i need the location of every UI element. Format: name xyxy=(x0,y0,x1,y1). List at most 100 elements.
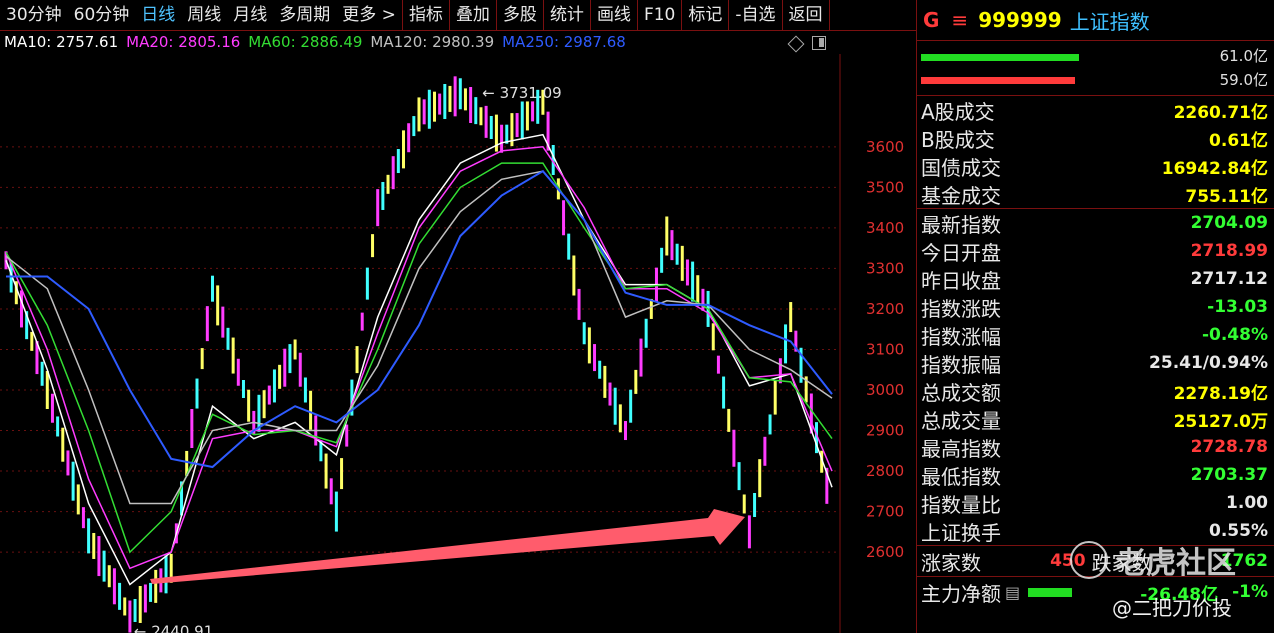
toolbar-item[interactable]: 日线 xyxy=(135,0,181,30)
panel-toggle-icon[interactable] xyxy=(812,36,826,50)
toolbar-item[interactable]: 返回 xyxy=(783,0,829,30)
stat-label: 指数量比 xyxy=(921,492,1001,517)
stat-row: 今日开盘 2718.99 xyxy=(917,237,1274,265)
stat-row: 昨日收盘 2717.12 xyxy=(917,265,1274,293)
y-tick-label: 3200 xyxy=(866,300,904,318)
toolbar-item[interactable]: -自选 xyxy=(729,0,781,30)
inflow-bar xyxy=(921,54,1080,61)
diamond-icon[interactable] xyxy=(787,35,805,53)
watermark-author: @二把刀价投 xyxy=(1112,596,1232,620)
stat-value: 2718.99 xyxy=(1190,241,1268,261)
y-tick-label: 3300 xyxy=(866,259,904,277)
stat-label: B股成交 xyxy=(921,127,995,152)
ma-legend-item: MA20: 2805.16 xyxy=(126,33,241,51)
ma-legend-item: MA10: 2757.61 xyxy=(4,33,119,51)
toolbar-item[interactable]: 周线 xyxy=(181,0,227,30)
toolbar-item[interactable]: 更多 > xyxy=(336,0,402,30)
stat-row: 最新指数 2704.09 xyxy=(917,209,1274,237)
toolbar-item[interactable]: 统计 xyxy=(544,0,590,30)
ma-legend-item: MA60: 2886.49 xyxy=(248,33,363,51)
period-toolbar: 30分钟 60分钟 日线 周线 月线 多周期 更多 > 指标 叠加 多股 统计 画线 F10 标记 -自选返… xyxy=(0,0,916,31)
stat-label: 最高指数 xyxy=(921,436,1001,461)
y-tick-label: 3000 xyxy=(866,381,904,399)
watermark: 老虎社区 xyxy=(1070,538,1236,582)
stat-value: 2278.19亿 xyxy=(1173,383,1268,404)
high-annotation: ← 3731.09 xyxy=(482,84,561,102)
toolbar-item[interactable]: 多周期 xyxy=(273,0,336,30)
y-tick-label: 3100 xyxy=(866,340,904,358)
stat-label: 最低指数 xyxy=(921,464,1001,489)
stats-block: 最新指数 2704.09 今日开盘 2718.99 昨日收盘 2717.12 指数涨跌 -13… xyxy=(917,209,1274,545)
outflow-bar xyxy=(921,77,1075,84)
stat-label: 指数振幅 xyxy=(921,352,1001,377)
stat-row: 指数振幅 25.41/0.94% xyxy=(917,349,1274,377)
stat-label: 指数涨幅 xyxy=(921,324,1001,349)
main-bar xyxy=(1028,587,1073,597)
stat-label: 基金成交 xyxy=(921,183,1001,208)
list-icon[interactable]: ▤ xyxy=(1005,583,1020,602)
main-label: 主力净额 xyxy=(921,581,1001,606)
stat-value: 2717.12 xyxy=(1190,269,1268,289)
stat-value: 2260.71亿 xyxy=(1173,102,1268,123)
stat-value: 1.00 xyxy=(1226,493,1268,513)
stat-value: -0.48% xyxy=(1201,325,1268,345)
stat-value: 16942.84亿 xyxy=(1161,158,1268,179)
toolbar-item[interactable]: 指标 xyxy=(403,0,449,30)
inflow-value: 61.0亿 xyxy=(1219,47,1268,65)
menu-icon[interactable]: ≡ xyxy=(951,8,968,32)
toolbar-item[interactable]: 叠加 xyxy=(450,0,496,30)
y-tick-label: 3600 xyxy=(866,138,904,156)
low-annotation: ← 2440.91 xyxy=(134,623,213,633)
stat-label: 国债成交 xyxy=(921,155,1001,180)
stat-row: 最高指数 2728.78 xyxy=(917,433,1274,461)
stat-row: 指数涨跌 -13.03 xyxy=(917,293,1274,321)
stat-value: 25.41/0.94% xyxy=(1149,353,1268,373)
toolbar-item[interactable]: 30分钟 xyxy=(0,0,68,30)
stat-value: 2703.37 xyxy=(1190,465,1268,485)
index-code: 999999 xyxy=(978,8,1062,32)
kline-chart[interactable]: 2600 2700 2800 2900 3000 3100 3200 3300 3400 3500… xyxy=(0,54,916,633)
turnover-block: A股成交 2260.71亿 B股成交 0.61亿国债成交 16942.84亿基金成交 75… xyxy=(917,96,1274,209)
stat-row: 国债成交 16942.84亿 xyxy=(917,152,1274,180)
stat-value: 2704.09 xyxy=(1190,213,1268,233)
toolbar-item[interactable]: F10 xyxy=(638,0,681,30)
toolbar-item[interactable]: 多股 xyxy=(497,0,543,30)
toolbar-item[interactable]: 60分钟 xyxy=(68,0,136,30)
ma-line-ma20 xyxy=(5,146,833,570)
toolbar-item[interactable]: 标记 xyxy=(682,0,728,30)
stat-row: 指数量比 1.00 xyxy=(917,489,1274,517)
y-tick-label: 3400 xyxy=(866,219,904,237)
y-tick-label: 2800 xyxy=(866,462,904,480)
index-name: 上证指数 xyxy=(1069,9,1150,34)
stat-label: 最新指数 xyxy=(921,212,1001,237)
stat-row: A股成交 2260.71亿 xyxy=(917,96,1274,124)
stat-label: 昨日收盘 xyxy=(921,268,1001,293)
stat-row: 最低指数 2703.37 xyxy=(917,461,1274,489)
stat-value: 755.11亿 xyxy=(1185,186,1268,207)
stat-value: 0.61亿 xyxy=(1209,130,1268,151)
stat-row: 总成交额 2278.19亿 xyxy=(917,377,1274,405)
main-pct: -1% xyxy=(1232,582,1268,602)
stat-row: B股成交 0.61亿 xyxy=(917,124,1274,152)
stat-label: A股成交 xyxy=(921,99,995,124)
outflow-value: 59.0亿 xyxy=(1219,71,1268,89)
stat-label: 上证换手 xyxy=(921,520,1001,545)
y-tick-label: 2600 xyxy=(866,543,904,561)
stat-value: 2728.78 xyxy=(1190,437,1268,457)
stat-row: 指数涨幅 -0.48% xyxy=(917,321,1274,349)
stat-row: 总成交量 25127.0万 xyxy=(917,405,1274,433)
g-badge[interactable]: G xyxy=(923,8,939,32)
stat-label: 总成交量 xyxy=(921,408,1001,433)
toolbar-item[interactable]: 月线 xyxy=(227,0,273,30)
flow-bars: 61.0亿 59.0亿 xyxy=(917,41,1274,96)
tiger-logo-icon xyxy=(1070,541,1108,579)
toolbar-item[interactable]: 画线 xyxy=(591,0,637,30)
ma-line-ma10 xyxy=(5,133,833,586)
ma-legend: MA10: 2757.61 MA20: 2805.16 MA60: 2886.49 M… xyxy=(4,33,634,51)
y-tick-label: 2700 xyxy=(866,503,904,521)
watermark-brand: 老虎社区 xyxy=(1116,546,1236,581)
stat-label: 指数涨跌 xyxy=(921,296,1001,321)
stat-label: 总成交额 xyxy=(921,380,1001,405)
trend-arrow xyxy=(150,509,745,584)
y-tick-label: 3500 xyxy=(866,178,904,196)
